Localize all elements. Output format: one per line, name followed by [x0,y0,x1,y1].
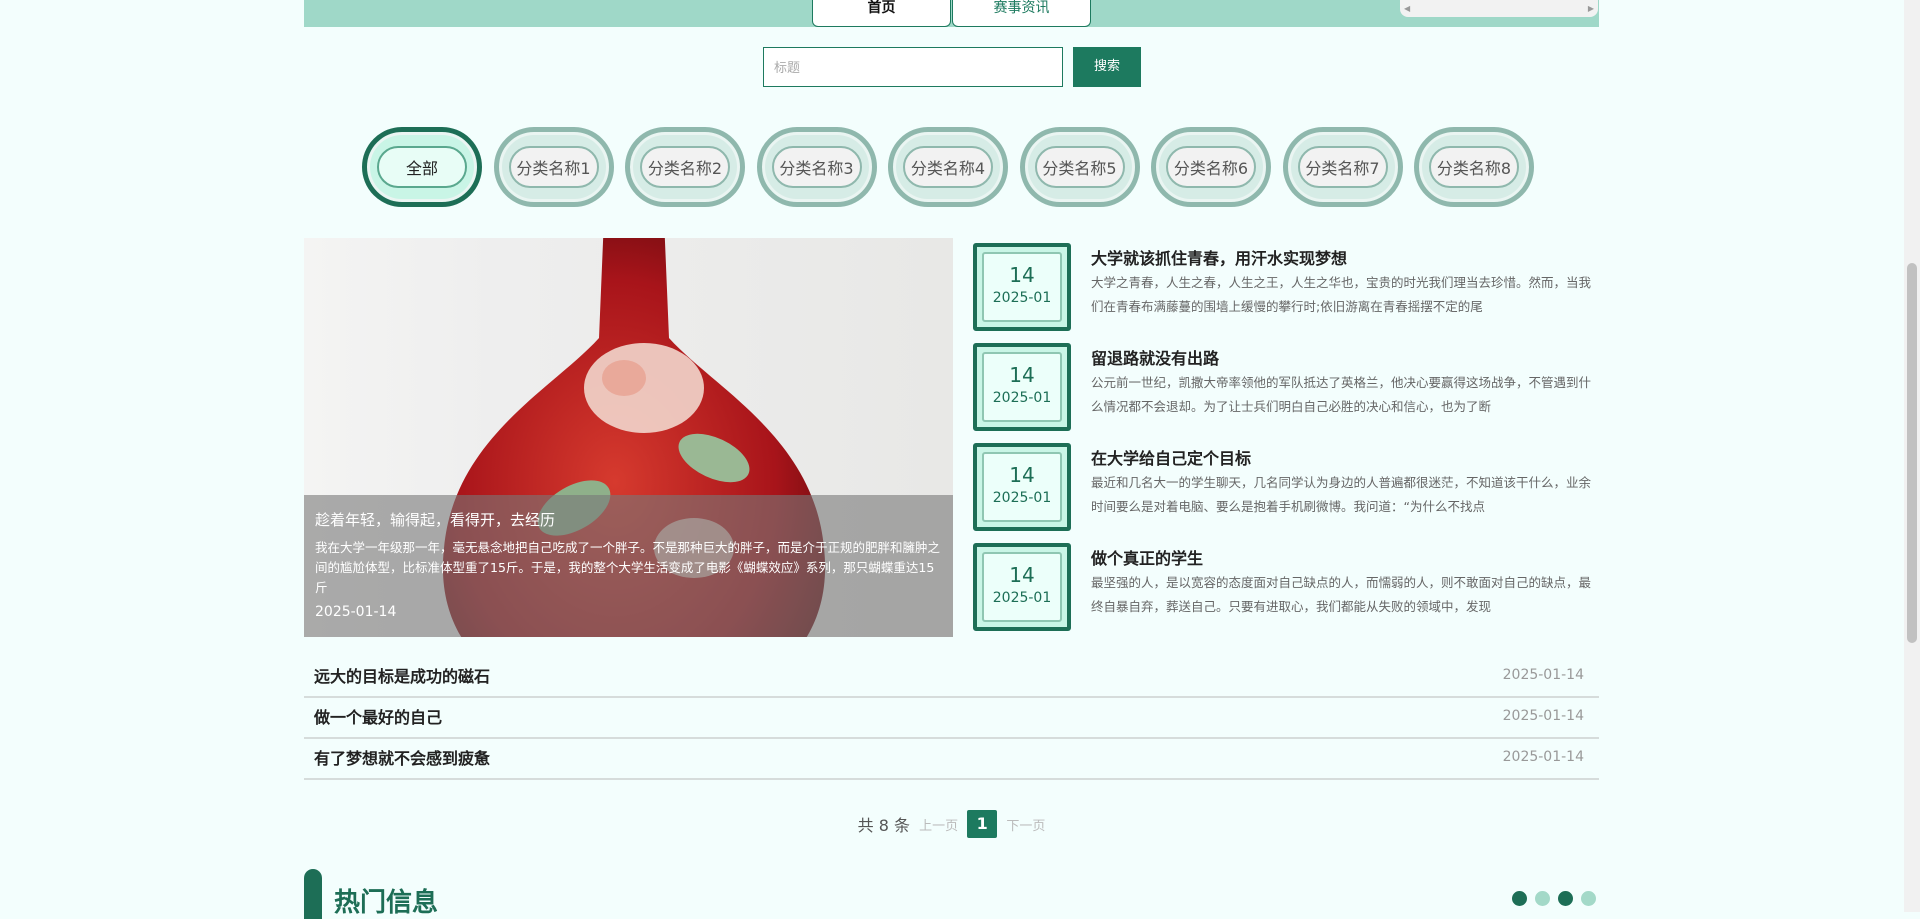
featured-overlay: 趁着年轻，输得起，看得开，去经历 我在大学一年级那一年，毫无悬念地把自己吃成了一… [304,495,953,637]
featured-date: 2025-01-14 [315,604,397,620]
category-label: 分类名称3 [771,146,862,188]
scrollbar-thumb[interactable] [1907,263,1917,643]
featured-summary: 我在大学一年级那一年，毫无悬念地把自己吃成了一个胖子。不是那种巨大的胖子，而是介… [315,540,941,595]
scroll-right-icon[interactable]: ▶ [1588,0,1594,17]
vertical-scrollbar[interactable] [1904,0,1920,912]
page-1-button[interactable]: 1 [967,810,998,838]
category-label: 分类名称2 [640,146,730,188]
article-item[interactable]: 14 2025-01 做个真正的学生最坚强的人，是以宽容的态度面对自己缺点的人，而懦… [973,543,1599,631]
tab-home[interactable]: 首页 [812,0,951,27]
horizontal-scrollbar[interactable]: ◀ ▶ [1400,0,1598,17]
category-label: 分类名称7 [1297,146,1388,188]
carousel-dot-1[interactable] [1512,891,1527,906]
featured-article[interactable]: 趁着年轻，输得起，看得开，去经历 我在大学一年级那一年，毫无悬念地把自己吃成了一… [304,238,953,637]
category-pill[interactable]: 分类名称1 [493,127,614,207]
category-pill[interactable]: 分类名称6 [1151,127,1271,207]
date-badge: 14 2025-01 [973,543,1071,631]
hot-info-title: 热门信息 [334,888,439,918]
article-summary: 最近和几名大一的学生聊天，几名同学认为身边的人普遍都很迷茫，不知道该干什么，业余… [1091,475,1592,514]
category-pill[interactable]: 分类名称7 [1282,127,1403,207]
date-day: 14 [1009,563,1035,587]
article-summary: 公元前一世纪，凯撒大帝率领他的军队抵达了英格兰，他决心要赢得这场战争，不管遇到什… [1091,375,1592,414]
list-date: 2025-01-14 [1502,667,1584,683]
date-badge: 14 2025-01 [973,243,1071,331]
category-pill[interactable]: 分类名称5 [1019,127,1140,207]
category-pill[interactable]: 分类名称4 [888,127,1008,207]
tab-news[interactable]: 赛事资讯 [952,0,1091,27]
category-label: 全部 [377,146,467,188]
date-badge: 14 2025-01 [973,443,1071,531]
list-title[interactable]: 有了梦想就不会感到疲惫 [314,745,490,769]
date-day: 14 [1009,363,1035,387]
list-row[interactable]: 做一个最好的自己 2025-01-14 [304,698,1599,739]
list-date: 2025-01-14 [1502,749,1584,765]
carousel-dot-2[interactable] [1535,891,1550,906]
list-date: 2025-01-14 [1502,708,1584,724]
date-year-month: 2025-01 [992,590,1052,606]
search-input[interactable] [763,47,1063,87]
article-summary: 大学之青春，人生之春，人生之王，人生之华也，宝贵的时光我们理当去珍惜。然而，当我… [1091,275,1592,314]
list-title[interactable]: 做一个最好的自己 [314,704,442,728]
article-title[interactable]: 在大学给自己定个目标 [1091,445,1251,469]
category-pill[interactable]: 分类名称3 [756,127,877,207]
category-label: 分类名称8 [1429,146,1519,188]
date-day: 14 [1009,263,1035,287]
top-nav-bar: 首页 赛事资讯 ◀ ▶ [304,0,1599,27]
category-pill[interactable]: 分类名称8 [1414,127,1534,207]
category-pill[interactable]: 全部 [362,127,482,207]
date-year-month: 2025-01 [992,490,1052,506]
category-label: 分类名称5 [1034,146,1125,188]
date-day: 14 [1009,463,1035,487]
category-pill[interactable]: 分类名称2 [625,127,745,207]
carousel-dot-4[interactable] [1581,891,1596,906]
list-row[interactable]: 有了梦想就不会感到疲惫 2025-01-14 [304,739,1599,780]
category-label: 分类名称4 [903,146,993,188]
search-button[interactable]: 搜索 [1073,47,1141,87]
total-count: 共 8 条 [857,816,911,835]
featured-title[interactable]: 趁着年轻，输得起，看得开，去经历 [315,509,942,530]
category-label: 分类名称6 [1166,146,1256,188]
article-summary: 最坚强的人，是以宽容的态度面对自己缺点的人，而懦弱的人，则不敢面对自己的缺点，最… [1091,575,1592,614]
list-row[interactable]: 远大的目标是成功的磁石 2025-01-14 [304,657,1599,698]
category-label: 分类名称1 [508,146,599,188]
date-badge: 14 2025-01 [973,343,1071,431]
article-item[interactable]: 14 2025-01 大学就该抓住青春，用汗水实现梦想大学之青春，人生之春，人生之王… [973,243,1599,331]
pagination: 共 8 条 上一页 1 下一页 [304,810,1599,838]
date-year-month: 2025-01 [992,290,1052,306]
article-title[interactable]: 留退路就没有出路 [1091,345,1219,369]
carousel-dot-3[interactable] [1558,891,1573,906]
article-title[interactable]: 做个真正的学生 [1091,545,1203,569]
article-item[interactable]: 14 2025-01 留退路就没有出路公元前一世纪，凯撒大帝率领他的军队抵达了英格兰… [973,343,1599,431]
scroll-left-icon[interactable]: ◀ [1404,0,1410,17]
article-item[interactable]: 14 2025-01 在大学给自己定个目标最近和几名大一的学生聊天，几名同学认为身边… [973,443,1599,531]
next-page-button[interactable]: 下一页 [1006,815,1045,834]
article-title[interactable]: 大学就该抓住青春，用汗水实现梦想 [1091,245,1347,269]
date-year-month: 2025-01 [992,390,1052,406]
prev-page-button[interactable]: 上一页 [919,815,958,834]
list-title[interactable]: 远大的目标是成功的磁石 [314,663,490,687]
